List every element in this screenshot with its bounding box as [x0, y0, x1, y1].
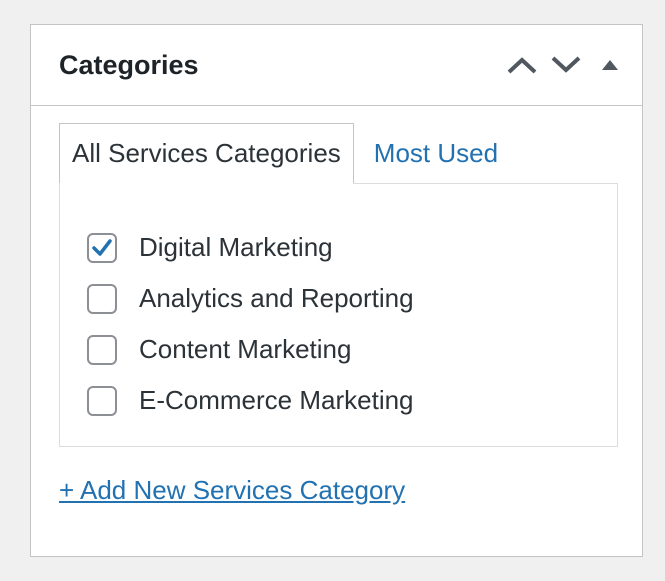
- header-controls: [498, 45, 630, 85]
- categories-panel: Digital Marketing Analytics and Reportin…: [59, 183, 618, 447]
- category-label: E-Commerce Marketing: [139, 385, 414, 415]
- category-checkbox[interactable]: [87, 334, 117, 365]
- category-label: Digital Marketing: [139, 232, 333, 262]
- category-item-analytics-and-reporting[interactable]: Analytics and Reporting: [87, 273, 414, 324]
- toggle-panel-button[interactable]: [590, 45, 630, 85]
- category-label: Content Marketing: [139, 334, 352, 364]
- category-checkbox[interactable]: [87, 232, 117, 263]
- tab-all-services-categories[interactable]: All Services Categories: [59, 123, 354, 184]
- chevron-down-icon: [551, 56, 581, 73]
- categories-metabox: Categories All Services Categories Most …: [30, 24, 643, 557]
- category-item-digital-marketing[interactable]: Digital Marketing: [87, 222, 414, 273]
- move-up-button[interactable]: [502, 45, 542, 85]
- tab-most-used[interactable]: Most Used: [354, 123, 518, 183]
- category-checkbox[interactable]: [87, 385, 117, 416]
- move-down-button[interactable]: [546, 45, 586, 85]
- add-new-category-link[interactable]: + Add New Services Category: [59, 475, 405, 506]
- metabox-header: Categories: [31, 25, 642, 106]
- chevron-up-icon: [507, 57, 537, 74]
- category-item-e-commerce-marketing[interactable]: E-Commerce Marketing: [87, 375, 414, 426]
- category-label: Analytics and Reporting: [139, 283, 414, 313]
- checkmark-icon: [92, 238, 112, 256]
- category-item-content-marketing[interactable]: Content Marketing: [87, 324, 414, 375]
- category-checkbox[interactable]: [87, 283, 117, 314]
- category-checklist: Digital Marketing Analytics and Reportin…: [87, 222, 414, 426]
- metabox-title: Categories: [59, 50, 199, 80]
- category-tabs: All Services Categories Most Used: [59, 123, 518, 184]
- triangle-up-icon: [602, 60, 618, 70]
